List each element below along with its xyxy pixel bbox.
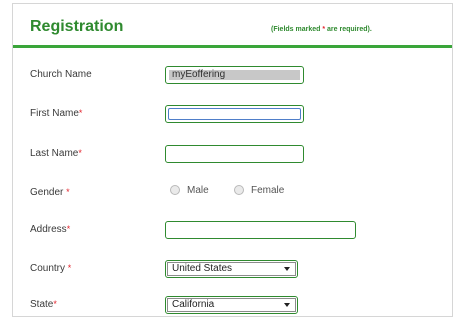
church-name-label-text: Church Name (30, 69, 92, 80)
radio-circle-icon[interactable] (170, 185, 180, 196)
church-name-label: Church Name (30, 69, 92, 80)
state-label-text: State (30, 299, 54, 310)
church-name-field: myEoffering (165, 66, 304, 84)
radio-circle-icon[interactable] (234, 185, 244, 196)
first-name-focus-ring (168, 108, 301, 120)
gender-radio-female[interactable]: Female (234, 185, 284, 196)
last-name-input[interactable] (165, 145, 304, 163)
gender-option-male: Male (187, 185, 209, 196)
country-label-text: Country (30, 263, 66, 274)
country-select[interactable]: United States (165, 260, 298, 278)
address-label-text: Address (30, 224, 67, 235)
state-label: State* (30, 299, 57, 310)
state-selected-value: California (172, 299, 215, 310)
chevron-down-icon[interactable] (284, 303, 290, 307)
first-name-label: First Name* (30, 108, 82, 119)
page-title: Registration (30, 18, 124, 35)
country-select-box[interactable]: United States (167, 262, 296, 276)
country-required-star: * (67, 263, 72, 273)
first-name-label-text: First Name (30, 108, 79, 119)
registration-panel: Registration (Fields marked * are requir… (12, 3, 453, 317)
church-name-value: myEoffering (169, 70, 300, 80)
country-label: Country * (30, 263, 71, 274)
last-name-label-text: Last Name (30, 148, 79, 159)
last-name-required-star: * (78, 148, 82, 158)
gender-label-text: Gender (30, 187, 64, 198)
gender-radio-male[interactable]: Male (170, 185, 209, 196)
gender-required-star: * (66, 187, 70, 197)
registration-header: Registration (Fields marked * are requir… (13, 4, 452, 48)
address-input[interactable] (165, 221, 356, 239)
first-name-input[interactable] (165, 105, 304, 123)
state-required-star: * (53, 299, 57, 309)
state-select-box[interactable]: California (167, 298, 296, 312)
country-selected-value: United States (172, 263, 233, 274)
required-fields-note: (Fields marked * are required). (271, 26, 372, 33)
first-name-required-star: * (78, 108, 83, 118)
address-label: Address* (30, 224, 70, 235)
chevron-down-icon[interactable] (284, 267, 290, 271)
last-name-label: Last Name* (30, 148, 82, 159)
gender-label: Gender * (30, 187, 70, 198)
required-note-suffix: are required). (325, 26, 372, 33)
gender-option-female: Female (251, 185, 285, 196)
address-required-star: * (66, 224, 71, 234)
state-select[interactable]: California (165, 296, 298, 314)
required-note-prefix: (Fields marked (271, 26, 323, 33)
